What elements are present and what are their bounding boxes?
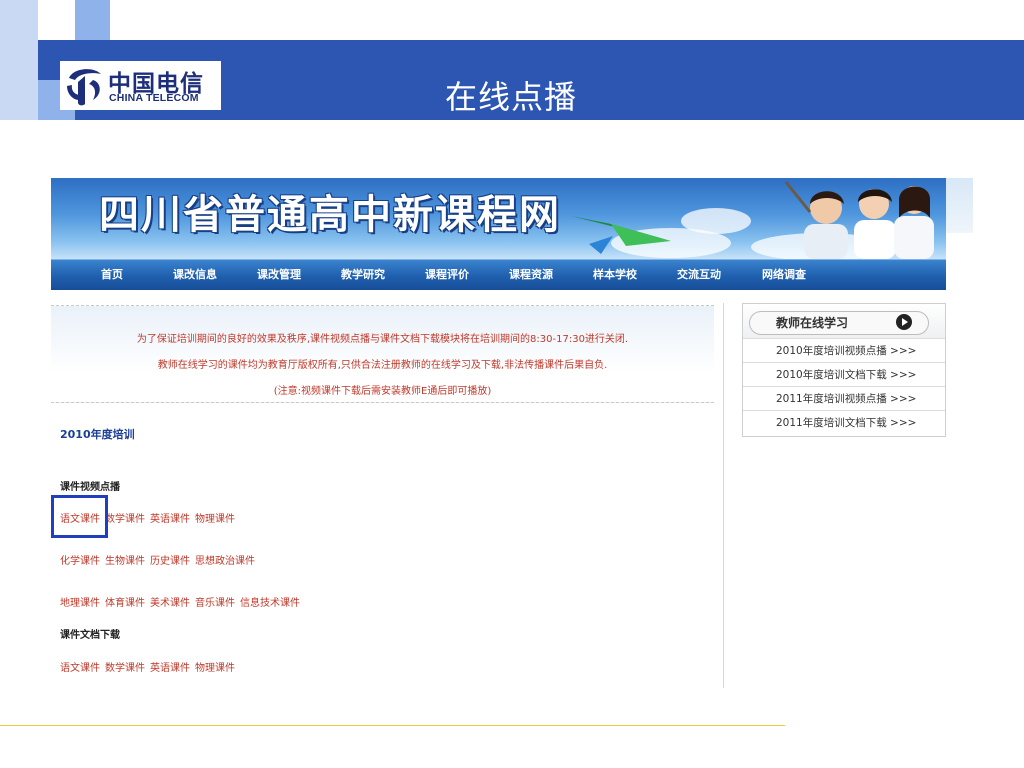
doc-link-math[interactable]: 数学课件 (105, 663, 145, 674)
bottom-rule (0, 725, 785, 726)
sidebar-item-2011-video[interactable]: 2011年度培训视频点播 >>> (743, 386, 945, 411)
website-screenshot: 四川省普通高中新课程网 首页 课改信息 课改管理 教学研究 课程评价 课程资源 … (51, 178, 973, 688)
sidebar-item-2010-docs[interactable]: 2010年度培训文档下载 >>> (743, 362, 945, 387)
video-link-chemistry[interactable]: 化学课件 (60, 556, 100, 567)
doc-link-physics[interactable]: 物理课件 (195, 663, 235, 674)
sidebar-teacher-learning: 教师在线学习 2010年度培训视频点播 >>> 2010年度培训文档下载 >>>… (742, 303, 946, 437)
slide-title: 在线点播 (444, 78, 577, 116)
site-banner: 四川省普通高中新课程网 (51, 178, 946, 259)
cloud (681, 208, 751, 234)
video-link-biology[interactable]: 生物课件 (105, 556, 145, 567)
notice-line: 为了保证培训期间的良好的效果及秩序,课件视频点播与课件文档下载模块将在培训期间的… (136, 334, 629, 345)
sidebar-item-2010-video[interactable]: 2010年度培训视频点播 >>> (743, 338, 945, 363)
notice-line: (注意:视频课件下载后需安装教师E通后即可播放) (273, 386, 492, 397)
video-link-history[interactable]: 历史课件 (150, 556, 190, 567)
nav-item-interaction[interactable]: 交流互动 (677, 260, 721, 290)
sidebar-header: 教师在线学习 (743, 304, 945, 338)
video-link-it[interactable]: 信息技术课件 (240, 598, 300, 609)
notice-line: 教师在线学习的课件均为教育厅版权所有,只供合法注册教师的在线学习及下载,非法传播… (157, 360, 608, 371)
nav-item-sample-schools[interactable]: 样本学校 (593, 260, 637, 290)
section-title-2010: 2010年度培训 (60, 428, 135, 441)
video-link-pe[interactable]: 体育课件 (105, 598, 145, 609)
docs-links-row-1: 语文课件 数学课件 英语课件 物理课件 (60, 659, 240, 674)
play-circle-icon[interactable] (896, 314, 912, 330)
sidebar-heading: 教师在线学习 (776, 316, 849, 330)
paper-plane-icon (571, 216, 671, 254)
main-content: 为了保证培训期间的良好的效果及秩序,课件视频点播与课件文档下载模块将在培训期间的… (51, 303, 724, 688)
students-photo-icon (784, 181, 934, 259)
video-links-row-2: 化学课件 生物课件 历史课件 思想政治课件 (60, 552, 260, 567)
video-links-row-3: 地理课件 体育课件 美术课件 音乐课件 信息技术课件 (60, 594, 305, 609)
doc-link-english[interactable]: 英语课件 (150, 663, 190, 674)
video-link-english[interactable]: 英语课件 (150, 514, 190, 525)
notice-box: 为了保证培训期间的良好的效果及秩序,课件视频点播与课件文档下载模块将在培训期间的… (51, 305, 714, 403)
video-link-music[interactable]: 音乐课件 (195, 598, 235, 609)
docs-section-title: 课件文档下载 (60, 630, 120, 641)
nav-item-reform-management[interactable]: 课改管理 (257, 260, 301, 290)
sidebar-item-2011-docs[interactable]: 2011年度培训文档下载 >>> (743, 410, 945, 435)
nav-item-course-resources[interactable]: 课程资源 (509, 260, 553, 290)
video-link-politics[interactable]: 思想政治课件 (195, 556, 255, 567)
banner-title: 四川省普通高中新课程网 (99, 191, 561, 238)
video-link-physics[interactable]: 物理课件 (195, 514, 235, 525)
highlight-box (51, 495, 108, 538)
nav-item-reform-news[interactable]: 课改信息 (173, 260, 217, 290)
video-section-title: 课件视频点播 (60, 482, 120, 493)
doc-link-chinese[interactable]: 语文课件 (60, 663, 100, 674)
decor-block-top (75, 0, 110, 40)
nav-item-teaching-research[interactable]: 教学研究 (341, 260, 385, 290)
nav-item-course-evaluation[interactable]: 课程评价 (425, 260, 469, 290)
nav-item-home[interactable]: 首页 (101, 260, 123, 290)
site-nav: 首页 课改信息 课改管理 教学研究 课程评价 课程资源 样本学校 交流互动 网络… (51, 259, 946, 290)
video-link-art[interactable]: 美术课件 (150, 598, 190, 609)
nav-item-survey[interactable]: 网络调查 (762, 260, 806, 290)
video-link-math[interactable]: 数学课件 (105, 514, 145, 525)
video-link-geography[interactable]: 地理课件 (60, 598, 100, 609)
banner-edge (946, 178, 973, 233)
